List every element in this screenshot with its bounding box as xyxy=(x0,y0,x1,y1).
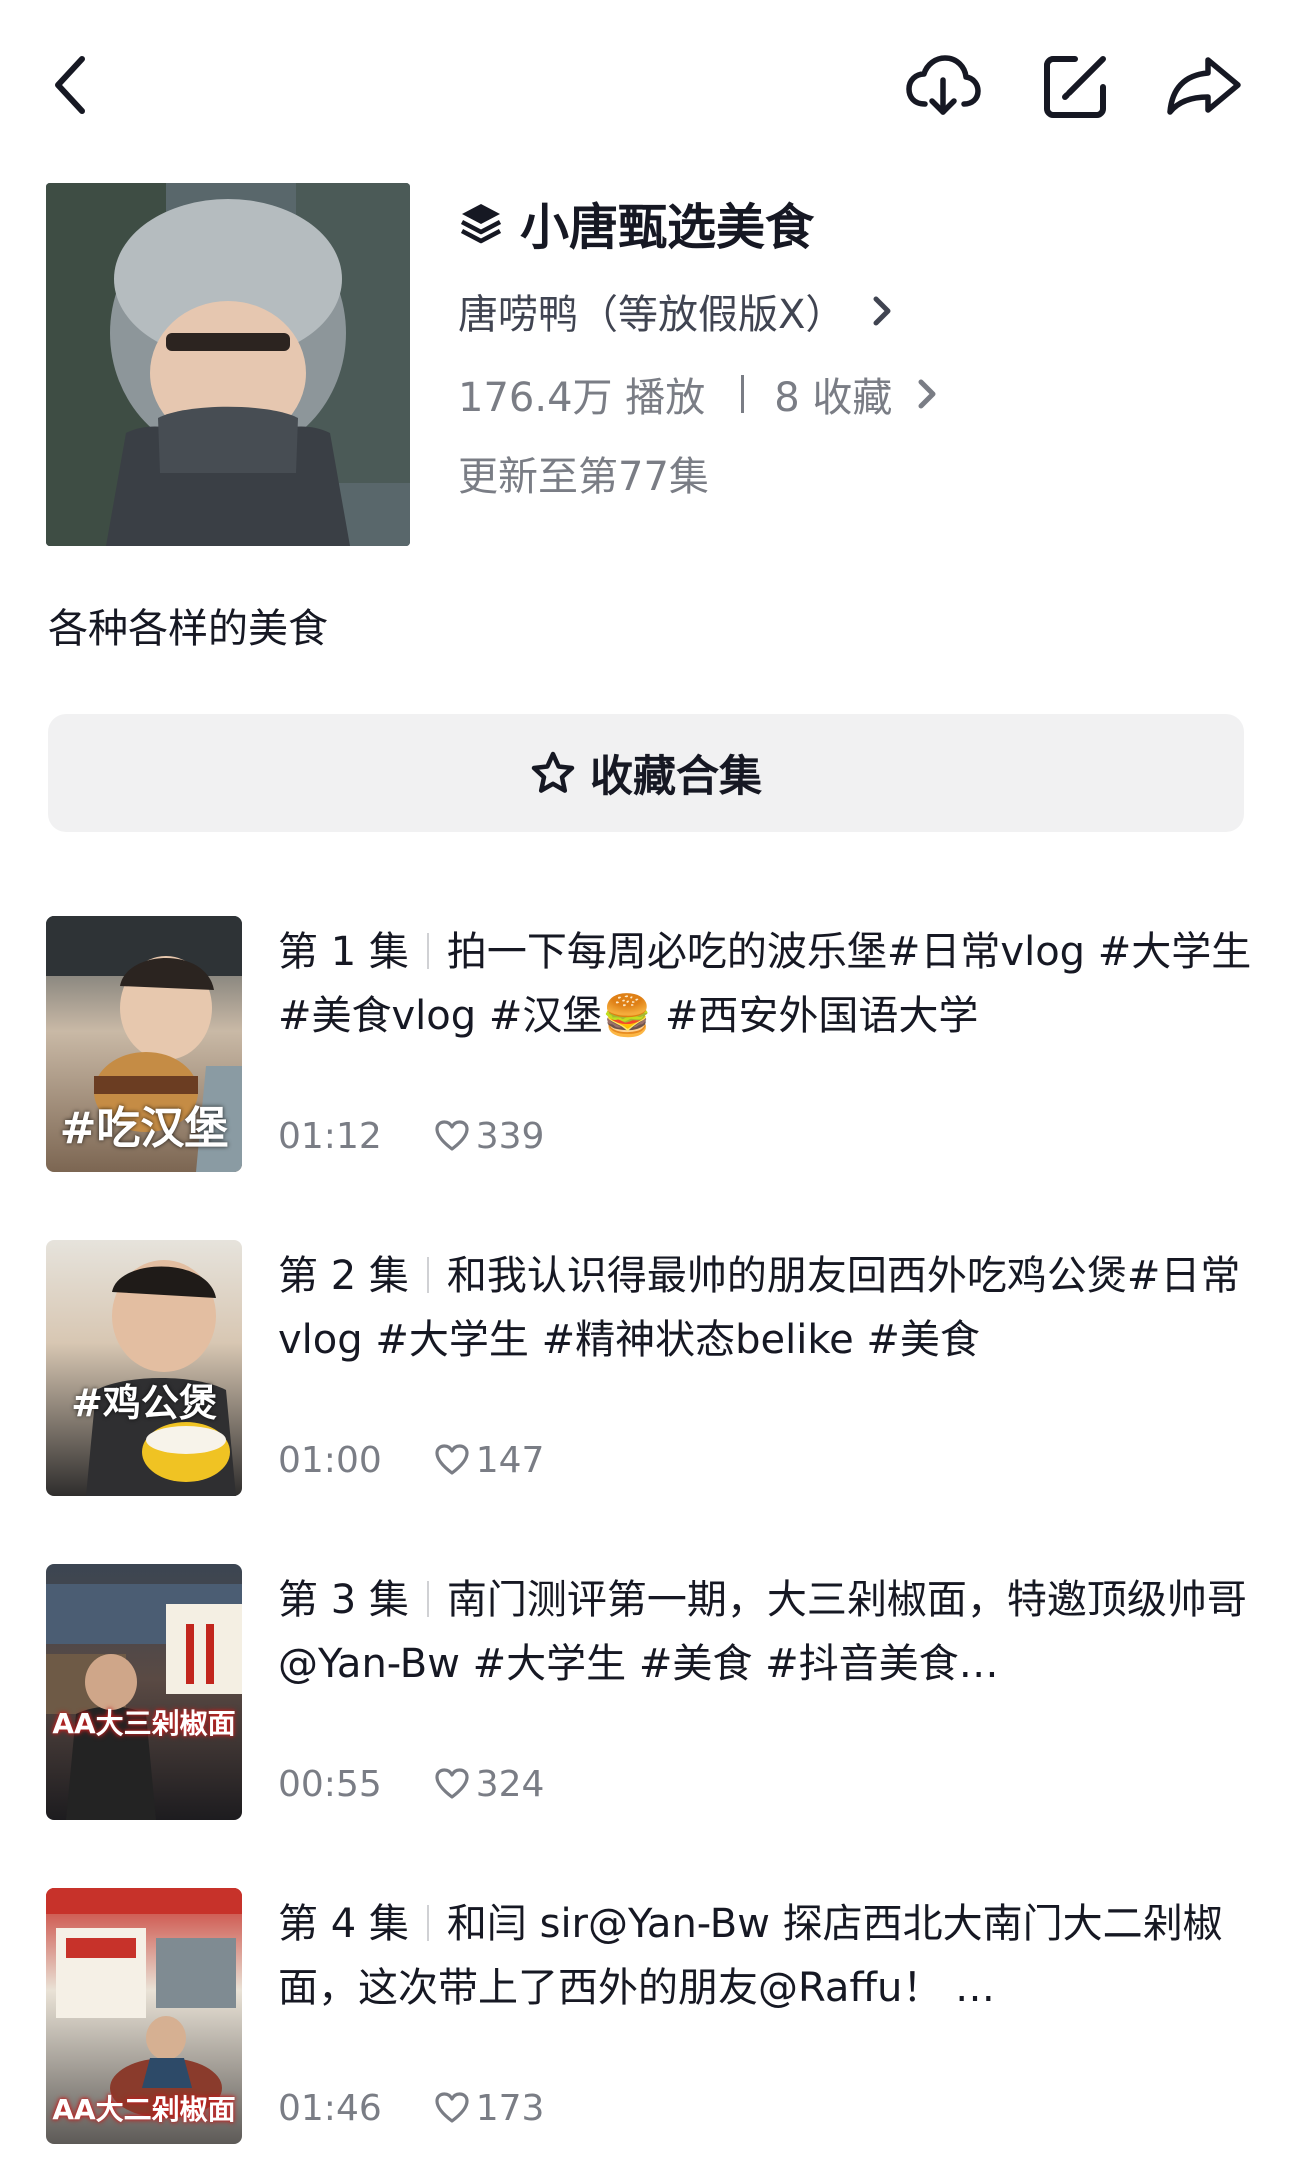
update-status: 更新至第77集 xyxy=(458,454,709,500)
episode-title-text: 和我认识得最帅的朋友回西外吃鸡公煲#日常vlog #大学生 #精神状态belik… xyxy=(278,1253,1241,1363)
stats-divider xyxy=(741,375,745,413)
episode-title: 第 1 集拍一下每周必吃的波乐堡#日常vlog #大学生 #美食vlog #汉堡… xyxy=(278,920,1278,1048)
episode-number: 第 3 集 xyxy=(278,1577,409,1623)
episode-meta: 01:46 173 xyxy=(278,2084,544,2132)
episode-likes: 173 xyxy=(434,2087,545,2129)
episode-divider xyxy=(426,933,429,969)
edit-icon xyxy=(1044,56,1106,118)
episode-like-count: 339 xyxy=(475,1115,545,1157)
episode-like-count: 324 xyxy=(475,1763,545,1805)
thumbnail-tag: AA大三剁椒面 xyxy=(52,1707,236,1740)
episode-thumbnail: AA大三剁椒面 xyxy=(46,1564,242,1820)
chevron-right-icon xyxy=(873,296,891,326)
cloud-download-icon xyxy=(906,55,981,115)
episode-likes: 324 xyxy=(434,1763,545,1805)
episode-meta: 01:12 339 xyxy=(278,1112,544,1160)
episode-item[interactable]: AA大三剁椒面 第 3 集南门测评第一期，大三剁椒面，特邀顶级帅哥@Yan-Bw… xyxy=(46,1564,1247,1820)
share-button[interactable] xyxy=(1164,52,1244,118)
episode-divider xyxy=(426,1257,429,1293)
edit-button[interactable] xyxy=(1038,48,1114,124)
play-count: 176.4万 播放 xyxy=(458,375,706,421)
episode-title-text: 拍一下每周必吃的波乐堡#日常vlog #大学生 #美食vlog #汉堡🍔 #西安… xyxy=(278,929,1252,1039)
episode-item[interactable]: #吃汉堡 第 1 集拍一下每周必吃的波乐堡#日常vlog #大学生 #美食vlo… xyxy=(46,916,1251,1172)
favorite-collection-label: 收藏合集 xyxy=(590,752,762,802)
episode-item[interactable]: #鸡公煲 第 2 集和我认识得最帅的朋友回西外吃鸡公煲#日常vlog #大学生 … xyxy=(46,1240,1246,1496)
heart-outline-icon xyxy=(435,1120,469,1151)
episode-title-text: 南门测评第一期，大三剁椒面，特邀顶级帅哥@Yan-Bw #大学生 #美食 #抖音… xyxy=(278,1577,1247,1687)
episode-duration: 01:12 xyxy=(278,1115,382,1157)
episode-number: 第 1 集 xyxy=(278,929,409,975)
episode-meta: 00:55 324 xyxy=(278,1760,544,1808)
episode-duration: 00:55 xyxy=(278,1763,382,1805)
episode-thumbnail: AA大二剁椒面 xyxy=(46,1888,242,2144)
heart-outline-icon xyxy=(435,1768,469,1799)
episode-like-count: 147 xyxy=(475,1439,545,1481)
thumbnail-tag: AA大二剁椒面 xyxy=(52,2093,236,2126)
star-outline-icon xyxy=(531,751,575,793)
collection-cover-image[interactable] xyxy=(46,183,410,546)
episode-number: 第 4 集 xyxy=(278,1901,409,1947)
share-arrow-icon xyxy=(1167,57,1241,115)
cover-photo-illustration xyxy=(46,183,410,546)
heart-outline-icon xyxy=(435,1444,469,1475)
author-link[interactable]: 唐唠鸭（等放假版X） xyxy=(458,282,897,340)
author-name: 唐唠鸭（等放假版X） xyxy=(458,292,846,338)
thumbnail-illustration xyxy=(86,1260,236,1496)
episode-thumbnail: #吃汉堡 xyxy=(46,916,242,1172)
episode-item[interactable]: AA大二剁椒面 第 4 集和闫 sir@Yan-Bw 探店西北大南门大二剁椒面，… xyxy=(46,1888,1246,2144)
layers-icon xyxy=(460,204,502,244)
episode-title-text: 和闫 sir@Yan-Bw 探店西北大南门大二剁椒面，这次带上了西外的朋友@Ra… xyxy=(278,1901,1223,2011)
episode-likes: 339 xyxy=(434,1115,545,1157)
collection-title: 小唐甄选美食 xyxy=(520,198,815,256)
chevron-right-icon xyxy=(918,379,936,409)
episode-title: 第 3 集南门测评第一期，大三剁椒面，特邀顶级帅哥@Yan-Bw #大学生 #美… xyxy=(278,1568,1278,1696)
episode-likes: 147 xyxy=(434,1439,545,1481)
episode-number: 第 2 集 xyxy=(278,1253,409,1299)
episode-meta: 01:00 147 xyxy=(278,1436,544,1484)
episode-title: 第 2 集和我认识得最帅的朋友回西外吃鸡公煲#日常vlog #大学生 #精神状态… xyxy=(278,1244,1278,1372)
episode-title: 第 4 集和闫 sir@Yan-Bw 探店西北大南门大二剁椒面，这次带上了西外的… xyxy=(278,1892,1278,2020)
back-arrow-icon xyxy=(55,56,85,114)
episode-divider xyxy=(426,1905,429,1941)
collection-stats[interactable]: 176.4万 播放 8 收藏 xyxy=(458,366,942,422)
thumbnail-illustration xyxy=(46,1584,242,1820)
download-button[interactable] xyxy=(902,50,984,122)
episode-duration: 01:00 xyxy=(278,1439,382,1481)
heart-outline-icon xyxy=(435,2092,469,2123)
back-button[interactable] xyxy=(40,52,100,118)
collection-description: 各种各样的美食 xyxy=(48,606,328,652)
episode-duration: 01:46 xyxy=(278,2087,382,2129)
episode-like-count: 173 xyxy=(475,2087,545,2129)
thumbnail-tag: #吃汉堡 xyxy=(59,1103,229,1154)
thumbnail-tag: #鸡公煲 xyxy=(71,1381,217,1425)
favorite-collection-button[interactable]: 收藏合集 xyxy=(48,714,1244,832)
collection-title-row: 小唐甄选美食 xyxy=(458,190,814,256)
favorite-count: 8 收藏 xyxy=(774,375,893,421)
episode-thumbnail: #鸡公煲 xyxy=(46,1240,242,1496)
episode-divider xyxy=(426,1581,429,1617)
